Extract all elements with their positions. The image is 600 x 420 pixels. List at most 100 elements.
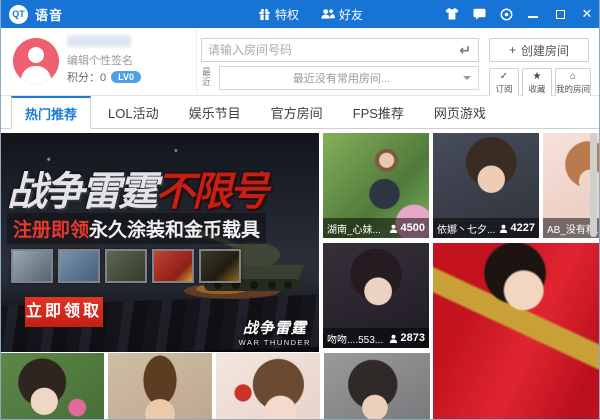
friends-label: 好友 (339, 7, 364, 22)
subscribe-button[interactable]: ✓ 订阅 (489, 68, 519, 98)
viewer-count: 4500 (400, 222, 425, 234)
content-area: 战争雷霆不限号 注册即领永久涂装和金币载具 立即领取 战争雷霆 WAR THUN… (1, 129, 599, 419)
chevron-down-icon (463, 76, 471, 84)
room-tile[interactable] (216, 353, 320, 419)
qt-logo-icon: QT (9, 4, 28, 24)
promo-banner[interactable]: 战争雷霆不限号 注册即领永久涂装和金币载具 立即领取 战争雷霆 WAR THUN… (1, 133, 319, 352)
user-info-panel: 编辑个性签名 积分：0 LV0 (1, 28, 197, 96)
recent-empty-text: 最近没有常用房间... (292, 73, 391, 85)
category-tabbar: 热门推荐 LOL活动 娱乐节目 官方房间 FPS推荐 网页游戏 (1, 96, 599, 129)
reward-thumbnail (105, 249, 147, 283)
avatar-body-shape (21, 66, 51, 84)
user-toolbar: 编辑个性签名 积分：0 LV0 ↵ 最近 最近没有常用房间... + 创建房间 … (1, 28, 599, 98)
room-tile[interactable] (108, 353, 212, 419)
maximize-button[interactable] (553, 7, 567, 21)
favorite-label: 收藏 (528, 84, 546, 94)
viewer-count-wrap: 4227 (499, 222, 535, 234)
message-icon (473, 8, 485, 20)
check-icon: ✓ (499, 71, 509, 82)
points-text: 积分：0 (67, 72, 107, 84)
app-name: 语音 (35, 7, 64, 23)
friends-button[interactable]: 好友 (321, 6, 363, 23)
room-tile[interactable]: 湖南_心妹... 4500 (323, 133, 429, 238)
war-thunder-logo: 战争雷霆 WAR THUNDER (239, 317, 311, 347)
titlebar-menu: 特权 好友 (258, 0, 363, 28)
viewer-count-wrap: 2873 (389, 332, 425, 344)
create-room-button[interactable]: + 创建房间 (489, 38, 589, 62)
tab-hot-recommend[interactable]: 热门推荐 (11, 96, 92, 129)
room-tile[interactable] (324, 353, 430, 419)
close-button[interactable]: ✕ (580, 7, 594, 21)
room-number-input-box: ↵ (201, 38, 479, 62)
privilege-button[interactable]: 特权 (258, 6, 299, 23)
gift-icon (259, 8, 270, 20)
recent-rooms-dropdown[interactable]: 最近没有常用房间... (219, 66, 479, 90)
tab-fps-recommend[interactable]: FPS推荐 (340, 96, 417, 128)
reward-thumbnail (152, 249, 194, 283)
minimize-button[interactable] (526, 7, 540, 21)
star-icon: ★ (532, 71, 542, 82)
tab-entertainment[interactable]: 娱乐节目 (176, 96, 254, 128)
level-badge: LV0 (111, 71, 141, 83)
signature-edit-link[interactable]: 编辑个性签名 (67, 52, 133, 68)
banner-subtitle-accent: 注册即领 (13, 220, 90, 241)
room-number-input[interactable] (202, 43, 460, 57)
banner-title-main: 战争雷霆 (7, 170, 158, 214)
banner-thumbnails (11, 249, 241, 283)
viewer-count-wrap: 4500 (389, 222, 425, 234)
viewer-count: 4227 (510, 222, 535, 234)
create-room-label: 创建房间 (521, 43, 570, 58)
banner-title-accent: 不限号 (155, 170, 269, 214)
war-thunder-logo-cn: 战争雷霆 (242, 320, 307, 337)
room-tile[interactable] (433, 243, 599, 419)
enter-icon[interactable]: ↵ (459, 42, 478, 59)
maximize-icon (555, 9, 565, 19)
avatar-head-shape (28, 47, 44, 63)
room-name: 湖南_心妹... (327, 224, 381, 236)
points-row: 积分：0 LV0 (67, 69, 141, 85)
target-button[interactable] (499, 7, 513, 21)
tab-lol-events[interactable]: LOL活动 (95, 96, 172, 128)
banner-title: 战争雷霆不限号 (7, 159, 269, 217)
room-tile[interactable] (1, 353, 104, 419)
skin-icon (445, 8, 459, 20)
room-tile-label: 依娜丶七夕... 4227 (433, 218, 539, 238)
room-tile[interactable]: 吻吻....553... 2873 (323, 243, 429, 348)
plus-icon: + (508, 43, 516, 57)
skin-button[interactable] (445, 7, 459, 21)
app-window: QT 语音 特权 好友 ✕ 编辑个性签名 积分：0 LV0 请输入房间号码 ↵ … (0, 0, 600, 420)
my-room-label: 我的房间 (556, 84, 591, 94)
username-blurred (67, 35, 131, 47)
friends-icon (321, 9, 335, 19)
message-button[interactable] (472, 7, 486, 21)
room-tile[interactable]: 依娜丶七夕... 4227 (433, 133, 539, 238)
viewer-icon (499, 224, 507, 233)
recent-label: 最近 (202, 67, 212, 87)
banner-subtitle-rest: 永久涂装和金币载具 (89, 220, 261, 241)
viewer-count: 2873 (400, 332, 425, 344)
subscribe-label: 订阅 (495, 84, 513, 94)
titlebar-controls: ✕ (445, 0, 594, 28)
viewer-icon (389, 334, 397, 343)
target-icon (500, 8, 512, 20)
app-logo: QT 语音 (9, 4, 64, 24)
claim-button[interactable]: 立即领取 (25, 297, 103, 327)
reward-thumbnail (11, 249, 53, 283)
reward-thumbnail (58, 249, 100, 283)
my-room-button[interactable]: ⌂ 我的房间 (555, 68, 591, 98)
room-tile-label: 湖南_心妹... 4500 (323, 218, 429, 238)
avatar[interactable] (13, 38, 59, 84)
tab-official-rooms[interactable]: 官方房间 (258, 96, 336, 128)
room-name: 依娜丶七夕... (437, 224, 496, 236)
war-thunder-logo-en: WAR THUNDER (238, 338, 311, 347)
reward-thumbnail (199, 249, 241, 283)
privilege-label: 特权 (275, 7, 300, 22)
tab-web-games[interactable]: 网页游戏 (421, 96, 499, 128)
room-tile-label: 吻吻....553... 2873 (323, 328, 429, 348)
titlebar: QT 语音 特权 好友 ✕ (1, 0, 599, 28)
close-icon: ✕ (581, 6, 593, 21)
favorite-button[interactable]: ★ 收藏 (522, 68, 552, 98)
minimize-icon (528, 16, 538, 18)
home-icon: ⌂ (569, 71, 577, 82)
scrollbar-thumb[interactable] (590, 133, 597, 237)
